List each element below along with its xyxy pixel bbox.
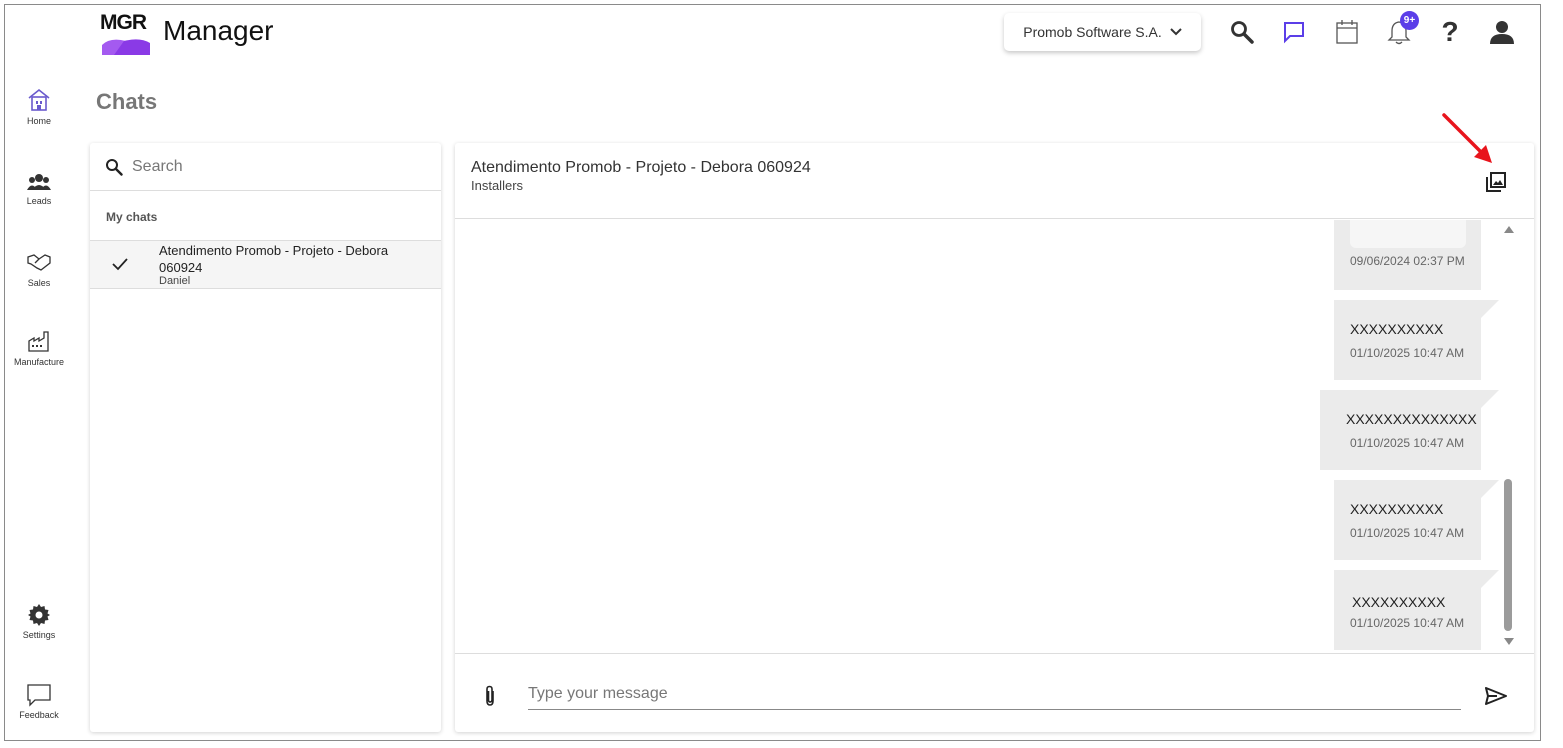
bubble-tail	[1481, 480, 1499, 498]
notification-badge: 9+	[1400, 11, 1419, 30]
bubble-tail	[1481, 390, 1499, 408]
app-name: Manager	[163, 15, 274, 46]
gear-icon	[28, 604, 50, 626]
message-text: XXXXXXXXXX	[1350, 501, 1444, 517]
sidebar-item-home[interactable]: Home	[5, 87, 73, 126]
annotation-arrow-icon	[1442, 113, 1492, 163]
conversation-header: Atendimento Promob - Projeto - Debora 06…	[455, 143, 1534, 219]
search-icon	[1231, 21, 1254, 44]
sidebar-item-feedback[interactable]: Feedback	[5, 683, 73, 720]
scroll-up-arrow-icon[interactable]	[1504, 226, 1514, 233]
company-selector[interactable]: Promob Software S.A.	[1004, 13, 1201, 51]
message-bubble: XXXXXXXXXX 01/10/2025 10:47 AM	[1334, 480, 1499, 560]
sidebar-item-leads[interactable]: Leads	[5, 171, 73, 206]
app-logo[interactable]: MGR	[100, 9, 152, 57]
chat-subtitle: Daniel	[159, 275, 191, 287]
people-icon	[27, 174, 51, 190]
conversation-title: Atendimento Promob - Projeto - Debora 06…	[471, 159, 811, 176]
message-time: 01/10/2025 10:47 AM	[1350, 526, 1465, 540]
calendar-icon	[1336, 20, 1358, 44]
message-text: XXXXXXXXXX	[1352, 594, 1446, 610]
bubble-tail	[1481, 300, 1499, 318]
home-icon	[28, 88, 50, 111]
chevron-down-icon	[1170, 28, 1182, 36]
sidebar-item-label: Manufacture	[13, 357, 65, 367]
sidebar-item-label: Settings	[22, 630, 56, 640]
image-attachment[interactable]	[1350, 220, 1466, 248]
conversation-panel: Atendimento Promob - Projeto - Debora 06…	[455, 143, 1534, 732]
sidebar-item-manufacture[interactable]: Manufacture	[5, 328, 73, 367]
message-bubble: XXXXXXXXXX 01/10/2025 10:47 AM	[1334, 300, 1499, 380]
search-button[interactable]	[1227, 17, 1257, 47]
page-title: Chats	[96, 89, 158, 114]
sidebar: Home Leads Sales Manufacture Settings Fe…	[5, 5, 73, 740]
paperclip-icon[interactable]	[483, 685, 497, 707]
help-icon: ?	[1441, 16, 1459, 47]
message-bubble: 09/06/2024 02:37 PM	[1334, 220, 1481, 290]
feedback-icon	[27, 684, 51, 707]
bubble-tail	[1481, 570, 1499, 588]
logo-text: MGR	[100, 11, 147, 34]
chat-list-panel: My chats Atendimento Promob - Projeto - …	[90, 143, 441, 732]
section-header: My chats	[106, 210, 158, 224]
search-icon	[106, 158, 123, 176]
conversation-subtitle: Installers	[471, 178, 524, 193]
notifications-button[interactable]: 9+	[1384, 11, 1419, 47]
sidebar-item-settings[interactable]: Settings	[5, 603, 73, 640]
message-time: 01/10/2025 10:47 AM	[1350, 436, 1465, 450]
chat-title: Atendimento Promob - Projeto - Debora 06…	[159, 243, 389, 275]
search-bar	[90, 143, 441, 191]
handshake-icon	[27, 254, 51, 271]
message-text: XXXXXXXXXX	[1350, 321, 1444, 337]
message-composer	[455, 653, 1534, 732]
scroll-down-arrow-icon[interactable]	[1504, 638, 1514, 645]
sidebar-item-sales[interactable]: Sales	[5, 249, 73, 288]
message-time: 09/06/2024 02:37 PM	[1350, 254, 1465, 268]
search-input[interactable]	[132, 157, 412, 176]
check-icon	[112, 258, 128, 271]
user-icon	[1490, 21, 1514, 44]
send-icon[interactable]	[1485, 687, 1507, 705]
company-name: Promob Software S.A.	[1023, 24, 1162, 40]
message-bubble: XXXXXXXXXX 01/10/2025 10:47 AM	[1334, 570, 1499, 650]
help-button[interactable]: ?	[1435, 17, 1465, 47]
message-input[interactable]	[528, 678, 1461, 710]
message-time: 01/10/2025 10:47 AM	[1350, 616, 1465, 630]
app-window: Home Leads Sales Manufacture Settings Fe…	[4, 4, 1541, 741]
calendar-button[interactable]	[1332, 17, 1362, 47]
user-menu-button[interactable]	[1487, 17, 1517, 47]
message-text: XXXXXXXXXXXXXX	[1346, 411, 1477, 427]
sidebar-item-label: Feedback	[19, 710, 59, 720]
sidebar-item-label: Sales	[27, 278, 51, 288]
sidebar-item-label: Home	[26, 116, 51, 126]
sidebar-item-label: Leads	[26, 196, 52, 206]
factory-icon	[28, 331, 49, 352]
chat-button[interactable]	[1279, 17, 1309, 47]
chat-list-item[interactable]: Atendimento Promob - Projeto - Debora 06…	[90, 240, 441, 289]
chat-icon	[1284, 22, 1304, 44]
message-bubble: XXXXXXXXXXXXXX 01/10/2025 10:47 AM	[1320, 390, 1499, 470]
message-time: 01/10/2025 10:47 AM	[1350, 346, 1465, 360]
scrollbar-thumb[interactable]	[1504, 479, 1512, 631]
message-list: 09/06/2024 02:37 PM XXXXXXXXXX 01/10/202…	[455, 220, 1517, 652]
message-scrollbar[interactable]	[1500, 220, 1516, 652]
